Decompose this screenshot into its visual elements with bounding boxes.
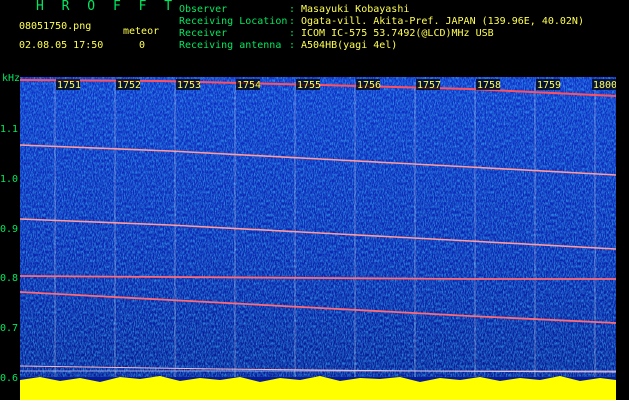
spectrogram-plot: 1751 1752 1753 1754 1755 1756 1757 1758 …: [20, 77, 616, 400]
y-tick-label: 0.9: [0, 224, 19, 235]
time-label: 1755: [297, 80, 321, 91]
info-value: A504HB(yagi 4el): [301, 40, 398, 51]
y-tick-label: 0.6: [0, 373, 19, 384]
meteor-count-value: 0: [139, 40, 146, 51]
image-filename: 08051750.png: [19, 21, 92, 32]
y-tick-label: 1.0: [0, 174, 19, 185]
info-label: Receiver: [179, 28, 228, 39]
app-title: H R O F F T: [36, 0, 178, 14]
time-label: 1756: [357, 80, 381, 91]
info-row-location: Receiving Location: Ogata-vill. Akita-Pre…: [179, 16, 584, 27]
meteor-count-label: meteor: [123, 26, 160, 37]
info-label: Observer: [179, 4, 228, 15]
info-row-receiver: Receiver: ICOM IC-575 53.7492(@LCD)MHz US…: [179, 28, 494, 39]
time-label: 1751: [57, 80, 81, 91]
spectrogram-speckle: [20, 77, 616, 377]
info-label: Receiving antenna: [179, 40, 282, 51]
info-row-antenna: Receiving antenna: A504HB(yagi 4el): [179, 40, 398, 51]
info-row-observer: Observer: Masayuki Kobayashi: [179, 4, 410, 15]
time-label: 1752: [117, 80, 141, 91]
y-tick-label: 0.7: [0, 323, 19, 334]
y-tick-label: 1.1: [0, 124, 19, 135]
time-label: 1757: [417, 80, 441, 91]
time-label: 1800: [593, 80, 616, 91]
time-label: 1753: [177, 80, 201, 91]
time-label: 1758: [477, 80, 501, 91]
time-label: 1754: [237, 80, 261, 91]
observation-datetime: 02.08.05 17:50: [19, 40, 104, 51]
info-value: Ogata-vill. Akita-Pref. JAPAN (139.96E, …: [301, 16, 584, 27]
frequency-unit-label: kHz: [2, 73, 21, 84]
info-value: ICOM IC-575 53.7492(@LCD)MHz USB: [301, 28, 494, 39]
y-tick-label: 0.8: [0, 273, 19, 284]
info-value: Masayuki Kobayashi: [301, 4, 410, 15]
time-label: 1759: [537, 80, 561, 91]
info-label: Receiving Location: [179, 16, 288, 27]
